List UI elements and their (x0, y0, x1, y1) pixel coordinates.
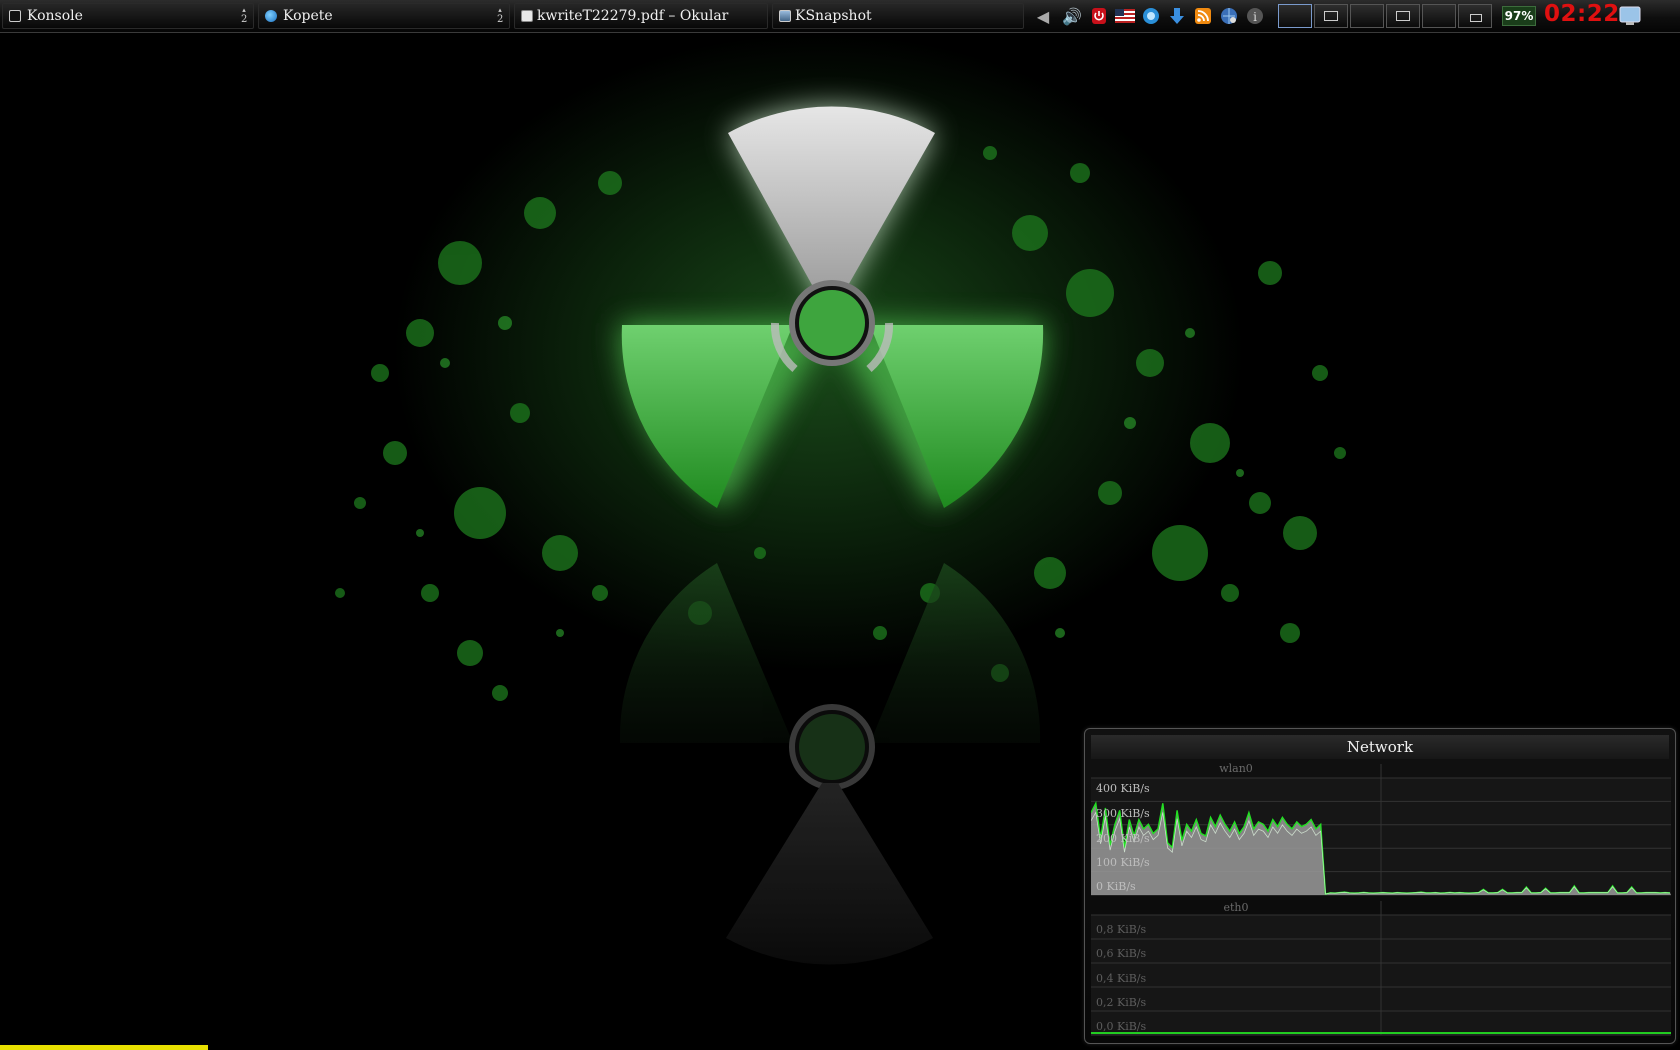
task-konsole[interactable]: Konsole ▴ 2 (2, 3, 254, 29)
task-kopete-label: Kopete (283, 8, 333, 24)
eth0-tick-0.6: 0,6 KiB/s (1096, 947, 1147, 960)
wlan0-tick-100: 100 KiB/s (1096, 856, 1150, 869)
kopete-icon (265, 10, 277, 22)
eth0-tick-0.2: 0,2 KiB/s (1096, 996, 1147, 1009)
download-icon[interactable] (1167, 5, 1187, 27)
battery-indicator[interactable]: 97% (1502, 6, 1536, 26)
pager-desktop-4[interactable] (1386, 4, 1420, 28)
pager-desktop-6[interactable] (1458, 4, 1492, 28)
network-widget-title: Network (1091, 735, 1669, 759)
camera-icon (779, 10, 791, 22)
eth0-tick-0.8: 0,8 KiB/s (1096, 923, 1147, 936)
volume-icon[interactable]: 🔊 (1062, 5, 1082, 27)
yellow-status-strip (0, 1045, 208, 1050)
wlan0-tick-0: 0 KiB/s (1096, 880, 1136, 893)
eth0-plot: eth0 0,8 KiB/s 0,6 KiB/s 0,4 KiB/s 0,2 K… (1091, 901, 1671, 1039)
pager-desktop-3[interactable] (1350, 4, 1384, 28)
task-konsole-label: Konsole (27, 8, 83, 24)
task-kopete-count: ▴ 2 (497, 6, 504, 25)
pager-desktop-1[interactable] (1278, 4, 1312, 28)
terminal-icon (9, 10, 21, 22)
task-okular[interactable]: kwriteT22279.pdf – Okular (514, 3, 768, 29)
network-manager-icon[interactable] (1219, 5, 1239, 27)
wlan0-tick-400: 400 KiB/s (1096, 782, 1150, 795)
keyboard-layout-flag-icon[interactable] (1115, 5, 1135, 27)
document-icon (521, 10, 533, 22)
eth0-chart (1091, 901, 1671, 1036)
pager-desktop-5[interactable] (1422, 4, 1456, 28)
wlan0-tick-300: 300 KiB/s (1096, 807, 1150, 820)
eth0-tick-0.4: 0,4 KiB/s (1096, 972, 1147, 985)
power-icon[interactable] (1089, 5, 1109, 27)
wlan0-chart (1091, 764, 1671, 896)
show-desktop-icon[interactable] (1617, 5, 1643, 27)
task-okular-label: kwriteT22279.pdf – Okular (537, 8, 729, 24)
pager-desktop-2[interactable] (1314, 4, 1348, 28)
wlan0-plot: wlan0 400 KiB/s 300 KiB/s 200 KiB/s 100 … (1091, 762, 1671, 897)
kopete-tray-icon[interactable] (1141, 5, 1161, 27)
network-monitor-widget[interactable]: Network wlan0 400 KiB/s 300 KiB/s 200 Ki… (1084, 728, 1676, 1044)
eth0-tick-0.0: 0,0 KiB/s (1096, 1020, 1147, 1033)
task-kopete[interactable]: Kopete ▴ 2 (258, 3, 510, 29)
wlan0-tick-200: 200 KiB/s (1096, 832, 1150, 845)
clock[interactable]: 02:22 (1544, 1, 1620, 27)
svg-text:i: i (1253, 10, 1257, 24)
rss-feed-icon[interactable] (1193, 5, 1213, 27)
top-panel: Konsole ▴ 2 Kopete ▴ 2 kwriteT22279.pdf – … (0, 0, 1680, 33)
task-ksnapshot-label: KSnapshot (795, 8, 872, 24)
task-ksnapshot[interactable]: KSnapshot (772, 3, 1024, 29)
info-icon[interactable]: i (1245, 5, 1265, 27)
task-konsole-count: ▴ 2 (241, 6, 248, 25)
arrow-left-icon[interactable]: ◀ (1033, 5, 1053, 27)
